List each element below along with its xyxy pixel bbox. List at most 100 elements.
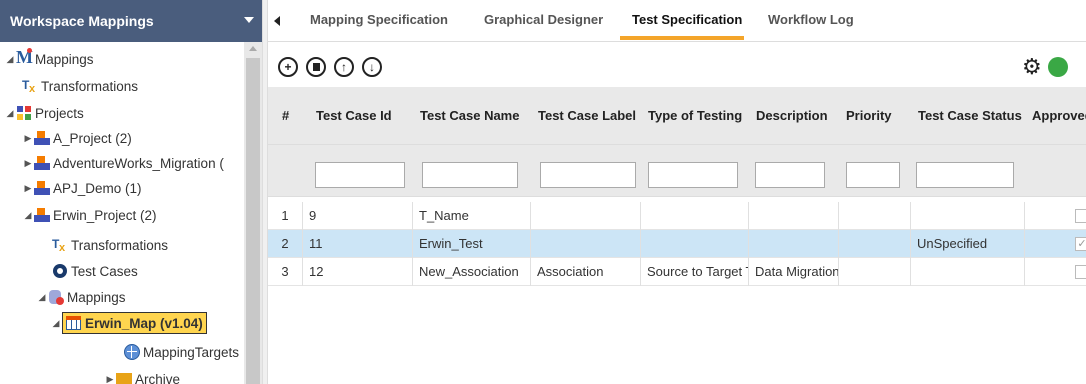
tree-label: A_Project (2)	[53, 130, 132, 146]
cell-priority[interactable]	[838, 258, 910, 286]
tree-label: AdventureWorks_Migration (	[53, 155, 224, 171]
filter-priority[interactable]	[846, 162, 900, 188]
cell-priority[interactable]	[838, 202, 910, 230]
collapsed-triangle-icon[interactable]: ▶	[104, 374, 116, 384]
tree-label: Erwin_Map (v1.04)	[85, 315, 203, 331]
approved-checkbox-checked[interactable]: ✓	[1075, 237, 1086, 251]
collapsed-triangle-icon[interactable]: ▶	[22, 183, 34, 194]
panel-header[interactable]: Workspace Mappings	[0, 0, 262, 42]
table-row[interactable]: 1 9 T_Name	[268, 202, 1086, 230]
add-icon[interactable]: +	[278, 57, 298, 77]
tab-test-specification[interactable]: Test Specification	[632, 0, 742, 40]
collapsed-triangle-icon[interactable]: ▶	[22, 158, 34, 169]
cell-test-case-status[interactable]	[910, 202, 1024, 230]
move-down-icon[interactable]: ↓	[362, 57, 382, 77]
tree-node-transformations[interactable]: Tx Transformations	[22, 75, 138, 97]
collapsed-triangle-icon[interactable]: ▶	[22, 133, 34, 144]
tab-workflow-log[interactable]: Workflow Log	[768, 0, 854, 40]
tree-node-project-transformations[interactable]: Tx Transformations	[52, 234, 168, 256]
col-header-test-case-id[interactable]: Test Case Id	[308, 87, 412, 145]
cell-test-case-name[interactable]: Erwin_Test	[412, 230, 530, 258]
tree-node-erwin-project[interactable]: ◢ Erwin_Project (2)	[22, 204, 157, 226]
tab-graphical-designer[interactable]: Graphical Designer	[484, 0, 603, 40]
tree-node-test-cases[interactable]: Test Cases	[52, 260, 138, 282]
tree-node-mapping-targets[interactable]: MappingTargets	[124, 341, 239, 363]
move-up-icon[interactable]: ↑	[334, 57, 354, 77]
expanded-triangle-icon[interactable]: ◢	[4, 108, 16, 119]
col-header-description[interactable]: Description	[748, 87, 838, 145]
globe-icon	[124, 344, 140, 360]
cell-description[interactable]: Data Migration	[748, 258, 838, 286]
main-pane: Mapping Specification Graphical Designer…	[268, 0, 1086, 384]
filter-test-case-status[interactable]	[916, 162, 1014, 188]
expanded-triangle-icon[interactable]: ◢	[50, 318, 62, 329]
cell-test-case-label[interactable]: Association	[530, 258, 640, 286]
status-indicator-icon[interactable]	[1048, 57, 1068, 77]
tree-node-apj-demo[interactable]: ▶ APJ_Demo (1)	[22, 177, 142, 199]
filter-test-case-name[interactable]	[422, 162, 518, 188]
tree-label: Transformations	[41, 78, 139, 94]
collapse-panel-icon[interactable]	[274, 16, 280, 26]
project-folder-icon	[34, 180, 50, 196]
cell-priority[interactable]	[838, 230, 910, 258]
dropdown-caret-icon[interactable]	[244, 17, 254, 23]
tree-node-adventureworks[interactable]: ▶ AdventureWorks_Migration (	[22, 152, 224, 174]
cell-test-case-label[interactable]	[530, 202, 640, 230]
filter-test-case-id[interactable]	[315, 162, 405, 188]
workspace-mappings-panel: Workspace Mappings ◢ M Mappings Tx Trans…	[0, 0, 262, 384]
active-tab-indicator	[620, 36, 744, 40]
expanded-triangle-icon[interactable]: ◢	[36, 292, 48, 303]
tree-label: Mappings	[67, 289, 126, 305]
tab-mapping-specification[interactable]: Mapping Specification	[310, 0, 448, 40]
projects-icon	[16, 105, 32, 121]
col-header-test-case-status[interactable]: Test Case Status	[910, 87, 1024, 145]
cell-description[interactable]	[748, 202, 838, 230]
panel-title: Workspace Mappings	[10, 13, 154, 29]
tree-node-mappings[interactable]: ◢ Mappings	[36, 286, 126, 308]
cell-num: 3	[281, 264, 289, 279]
cell-test-case-name[interactable]: New_Association	[412, 258, 530, 286]
tree-label: Archive	[135, 371, 181, 384]
filter-row	[268, 145, 1086, 197]
approved-checkbox[interactable]	[1075, 209, 1086, 223]
col-header-test-case-label[interactable]: Test Case Label	[530, 87, 640, 145]
cell-test-case-name[interactable]: T_Name	[412, 202, 530, 230]
col-header-num[interactable]: #	[274, 87, 308, 145]
filter-type-of-testing[interactable]	[648, 162, 738, 188]
cell-test-case-status[interactable]	[910, 258, 1024, 286]
tree-node-erwin-map[interactable]: ◢ Erwin_Map (v1.04)	[50, 312, 207, 334]
selected-node[interactable]: Erwin_Map (v1.04)	[62, 312, 207, 334]
tree-node-a-project[interactable]: ▶ A_Project (2)	[22, 127, 132, 149]
tree-scrollbar[interactable]	[244, 42, 262, 384]
table-row-selected[interactable]: 2 11 Erwin_Test UnSpecified ✓	[268, 230, 1086, 258]
cell-test-case-id[interactable]: 11	[302, 230, 412, 258]
copy-icon[interactable]	[306, 57, 326, 77]
tree-node-projects[interactable]: ◢ Projects	[4, 102, 84, 124]
cell-approved	[1024, 258, 1086, 286]
col-header-test-case-name[interactable]: Test Case Name	[412, 87, 530, 145]
tree-label: MappingTargets	[143, 344, 240, 360]
gear-icon[interactable]: ⚙	[1022, 54, 1042, 80]
col-header-approved[interactable]: Approved	[1024, 87, 1086, 145]
approved-checkbox[interactable]	[1075, 265, 1086, 279]
expanded-triangle-icon[interactable]: ◢	[22, 210, 34, 221]
scroll-up-icon[interactable]	[249, 46, 257, 51]
col-header-type-of-testing[interactable]: Type of Testing	[640, 87, 748, 145]
tree-node-archive[interactable]: ▶ Archive	[104, 368, 180, 384]
cell-test-case-id[interactable]: 9	[302, 202, 412, 230]
cell-type-of-testing[interactable]	[640, 202, 748, 230]
cell-type-of-testing[interactable]	[640, 230, 748, 258]
col-header-priority[interactable]: Priority	[838, 87, 910, 145]
tree-label: APJ_Demo (1)	[53, 180, 142, 196]
cell-description[interactable]	[748, 230, 838, 258]
cell-test-case-status[interactable]: UnSpecified	[910, 230, 1024, 258]
scroll-thumb[interactable]	[246, 58, 260, 384]
table-row[interactable]: 3 12 New_Association Association Source …	[268, 258, 1086, 286]
filter-description[interactable]	[755, 162, 825, 188]
expanded-triangle-icon[interactable]: ◢	[4, 54, 16, 65]
tree-node-mappings-root[interactable]: ◢ M Mappings	[4, 47, 94, 70]
cell-test-case-id[interactable]: 12	[302, 258, 412, 286]
filter-test-case-label[interactable]	[540, 162, 636, 188]
cell-type-of-testing[interactable]: Source to Target Te	[640, 258, 748, 286]
cell-test-case-label[interactable]	[530, 230, 640, 258]
